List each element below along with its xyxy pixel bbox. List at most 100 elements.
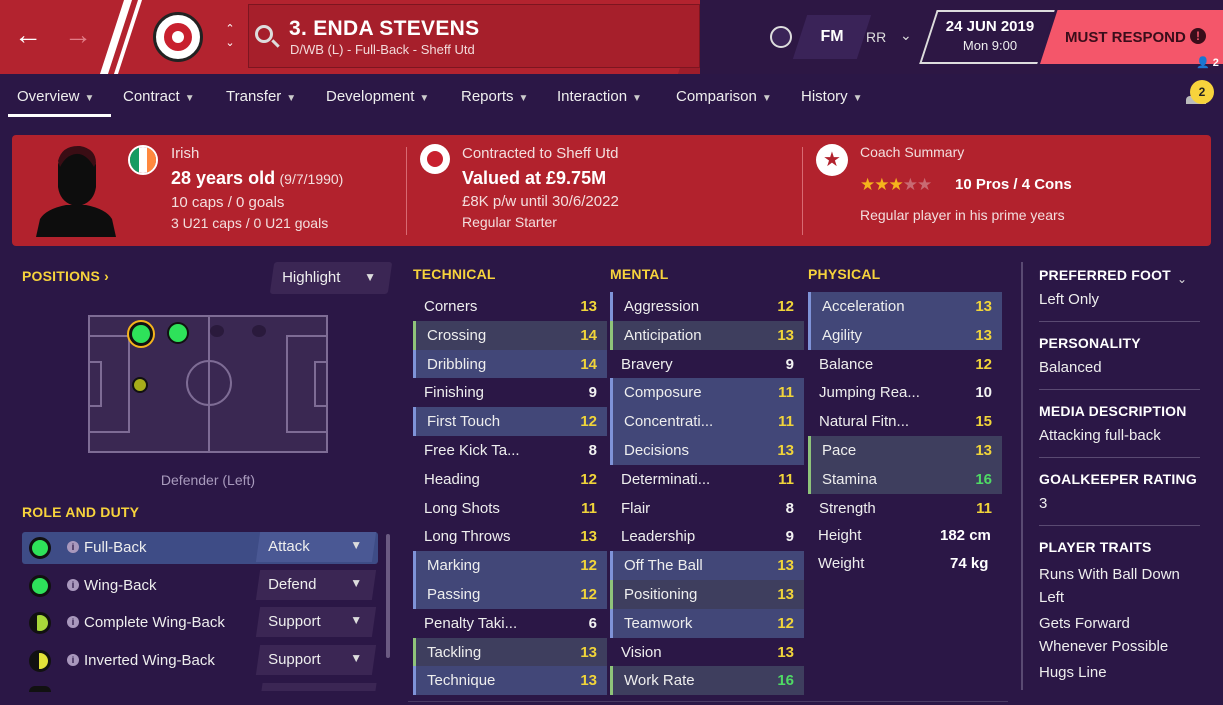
attribute-row[interactable]: First Touch 12 xyxy=(413,407,607,436)
role-row[interactable]: i Wing-Back Defend ▼ xyxy=(22,570,378,602)
info-icon[interactable]: i xyxy=(67,616,79,628)
chevron-down-icon: ▼ xyxy=(350,613,363,627)
position-dot-natural[interactable] xyxy=(127,320,155,348)
attribute-row[interactable]: Technique 13 xyxy=(413,666,607,696)
fm-logo: FM xyxy=(820,28,844,45)
attribute-row[interactable]: Acceleration 13 xyxy=(808,292,1002,321)
position-dot-unsuitable[interactable] xyxy=(210,325,224,337)
attribute-row[interactable]: Passing 12 xyxy=(413,579,607,609)
attribute-row[interactable]: Crossing 14 xyxy=(413,320,607,350)
active-tab-indicator xyxy=(8,114,111,117)
attribute-row[interactable]: Bravery 9 xyxy=(610,350,804,379)
coach-summary-label: Coach Summary xyxy=(860,144,965,160)
position-dot-unsuitable[interactable] xyxy=(252,325,266,337)
attribute-row[interactable]: Stamina 16 xyxy=(808,464,1002,494)
role-row[interactable]: i Inverted Wing-Back Support ▼ xyxy=(22,645,378,677)
duty-dropdown[interactable]: Defend ▼ xyxy=(255,570,377,600)
user-initials[interactable]: RR xyxy=(866,29,886,45)
player-name-box[interactable]: 3. ENDA STEVENS D/WB (L) - Full-Back - S… xyxy=(248,4,700,68)
attribute-row[interactable]: Work Rate 16 xyxy=(610,666,804,696)
roles-scrollbar[interactable] xyxy=(386,534,390,658)
attribute-value: 9 xyxy=(785,355,794,373)
attribute-row[interactable]: Natural Fitn... 15 xyxy=(808,407,1002,436)
attribute-row[interactable]: Determinati... 11 xyxy=(610,465,804,494)
tab-reports[interactable]: Reports ▼ xyxy=(461,88,528,105)
globe-icon[interactable] xyxy=(770,26,792,48)
tab-development[interactable]: Development ▼ xyxy=(326,88,429,105)
attribute-row[interactable]: Aggression 12 xyxy=(610,292,804,321)
contract-label[interactable]: Contracted to Sheff Utd xyxy=(462,145,618,162)
attribute-row[interactable]: Dribbling 14 xyxy=(413,349,607,379)
positions-heading[interactable]: POSITIONS › xyxy=(22,268,109,284)
attribute-row[interactable]: Heading 12 xyxy=(413,465,607,494)
attribute-row[interactable]: Pace 13 xyxy=(808,435,1002,465)
tab-interaction[interactable]: Interaction ▼ xyxy=(557,88,642,105)
attribute-name: Long Shots xyxy=(424,499,500,517)
attribute-row[interactable]: Jumping Rea... 10 xyxy=(808,378,1002,407)
attribute-row[interactable]: Penalty Taki... 6 xyxy=(413,609,607,638)
position-dot-natural[interactable] xyxy=(167,322,189,344)
role-row[interactable]: i Complete Wing-Back Support ▼ xyxy=(22,607,378,639)
attribute-row[interactable]: Long Shots 11 xyxy=(413,494,607,523)
tab-history[interactable]: History ▼ xyxy=(801,88,863,105)
attribute-row[interactable]: Teamwork 12 xyxy=(610,608,804,638)
player-trait: Gets Forward Whenever Possible xyxy=(1039,615,1169,655)
attribute-row[interactable]: Corners 13 xyxy=(413,292,607,321)
game-time: Mon 9:00 xyxy=(962,38,1018,53)
attribute-value: 13 xyxy=(580,643,597,661)
personality: Balanced xyxy=(1039,359,1102,376)
chevron-down-icon: ▼ xyxy=(350,651,363,665)
attribute-row[interactable]: Agility 13 xyxy=(808,320,1002,350)
tab-transfer[interactable]: Transfer ▼ xyxy=(226,88,296,105)
info-icon[interactable]: i xyxy=(67,654,79,666)
attribute-name: Flair xyxy=(621,499,651,517)
attribute-row[interactable]: Balance 12 xyxy=(808,350,1002,379)
attribute-row[interactable]: Concentrati... 11 xyxy=(610,407,804,436)
attribute-name: Strength xyxy=(819,499,876,517)
role-suitability-icon xyxy=(29,650,51,672)
attribute-row[interactable]: Composure 11 xyxy=(610,378,804,408)
forward-arrow-icon[interactable]: → xyxy=(64,20,92,50)
info-icon[interactable]: i xyxy=(67,579,79,591)
attribute-row[interactable]: Free Kick Ta... 8 xyxy=(413,436,607,465)
game-date: 24 JUN 2019 xyxy=(945,18,1035,35)
attribute-row[interactable]: Anticipation 13 xyxy=(610,320,804,350)
pros-cons[interactable]: 10 Pros / 4 Cons xyxy=(955,176,1072,193)
attribute-row[interactable]: Long Throws 13 xyxy=(413,522,607,551)
attribute-row[interactable]: Leadership 9 xyxy=(610,522,804,551)
attribute-row[interactable]: Marking 12 xyxy=(413,551,607,580)
attribute-value: 13 xyxy=(777,557,794,575)
chevron-down-icon[interactable]: ⌄ xyxy=(1177,272,1187,286)
tab-contract[interactable]: Contract ▼ xyxy=(123,88,195,105)
back-arrow-icon[interactable]: ← xyxy=(14,20,42,50)
attribute-row[interactable]: Flair 8 xyxy=(610,494,804,523)
duty-dropdown[interactable]: Support ▼ xyxy=(255,607,377,637)
attribute-row[interactable]: Strength 11 xyxy=(808,494,1002,523)
attribute-row[interactable]: Off The Ball 13 xyxy=(610,551,804,580)
fm-menu-button[interactable]: FM xyxy=(792,15,872,59)
duty-dropdown[interactable] xyxy=(261,683,377,691)
club-crest-icon[interactable] xyxy=(153,12,203,62)
tab-overview[interactable]: Overview ▼ xyxy=(17,88,94,105)
search-icon[interactable] xyxy=(255,25,273,43)
attribute-name: Corners xyxy=(424,298,478,315)
attribute-name: Vision xyxy=(621,643,662,661)
attribute-row[interactable]: Positioning 13 xyxy=(610,579,804,609)
position-dot-competent[interactable] xyxy=(132,377,148,393)
attribute-row[interactable]: Decisions 13 xyxy=(610,435,804,465)
role-row[interactable]: i Full-Back Attack ▼ xyxy=(22,532,378,564)
attribute-row[interactable]: Finishing 9 xyxy=(413,378,607,407)
attribute-row[interactable]: Tackling 13 xyxy=(413,637,607,667)
chevron-down-icon: ▼ xyxy=(84,93,95,104)
duty-dropdown[interactable]: Attack ▼ xyxy=(255,532,377,562)
role-name: Full-Back xyxy=(84,539,147,556)
prev-next-player-icon[interactable]: ⌃ ⌄ xyxy=(222,22,238,50)
tab-comparison[interactable]: Comparison ▼ xyxy=(676,88,772,105)
attribute-row[interactable]: Vision 13 xyxy=(610,638,804,667)
highlight-dropdown[interactable]: Highlight ▼ xyxy=(269,262,393,294)
chevron-down-icon[interactable]: ⌄ xyxy=(900,27,912,44)
attribute-value: 11 xyxy=(581,499,597,517)
duty-dropdown[interactable]: Support ▼ xyxy=(255,645,377,675)
notification-badge[interactable]: 2 xyxy=(1190,80,1214,104)
info-icon[interactable]: i xyxy=(67,541,79,553)
